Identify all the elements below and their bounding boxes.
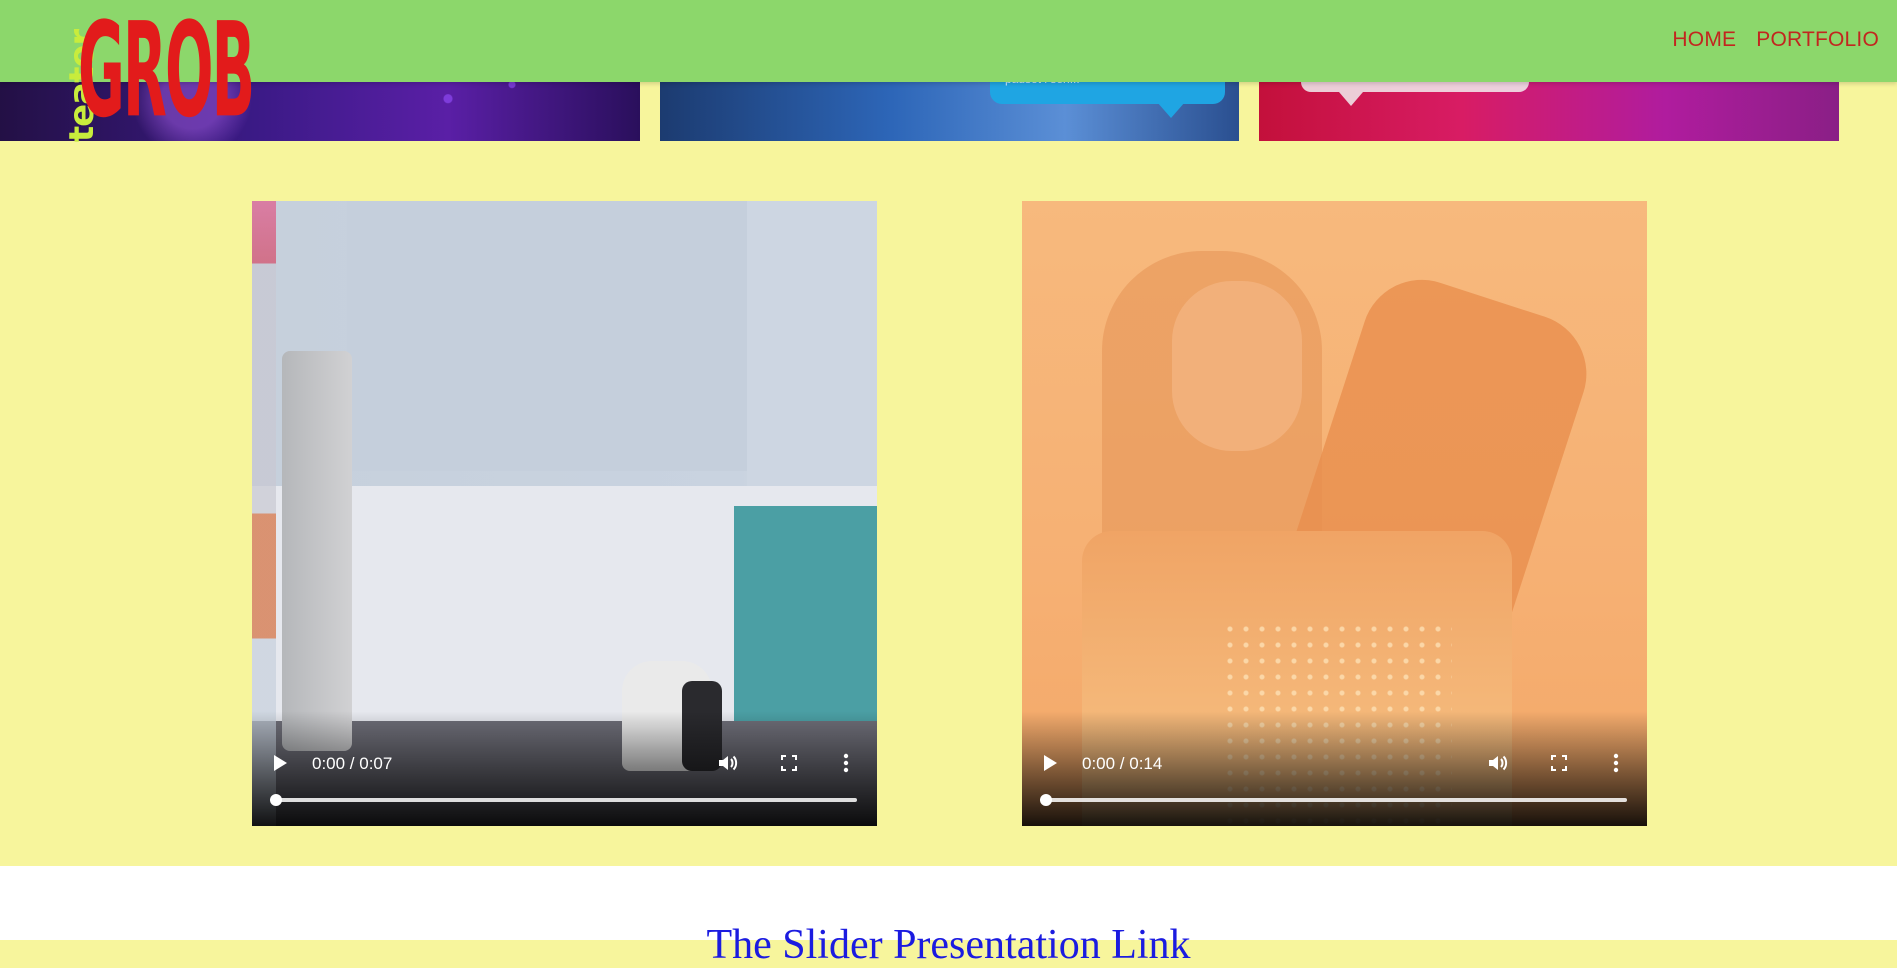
site-logo[interactable]: teater GROB	[40, 5, 255, 154]
logo-big-text: GROB	[78, 0, 255, 147]
section-heading: The Slider Presentation Link	[706, 922, 1191, 968]
video-1-cabinet-right	[747, 201, 877, 491]
play-icon[interactable]	[274, 755, 287, 771]
nav-portfolio-link[interactable]: PORTFOLIO	[1756, 28, 1879, 52]
fullscreen-icon[interactable]	[1551, 755, 1567, 771]
main-nav: HOME PORTFOLIO	[1672, 28, 1879, 52]
video-1-cabinet	[347, 201, 749, 471]
play-icon[interactable]	[1044, 755, 1057, 771]
video-1-towel	[282, 351, 352, 751]
volume-icon[interactable]	[717, 753, 739, 773]
video-progress-bar[interactable]	[1040, 794, 1627, 806]
progress-knob[interactable]	[270, 794, 282, 806]
volume-icon[interactable]	[1487, 753, 1509, 773]
fullscreen-icon[interactable]	[781, 755, 797, 771]
video-player-1[interactable]: 0:00 / 0:07	[252, 201, 877, 826]
video-controls: 0:00 / 0:14	[1022, 711, 1647, 826]
nav-home-link[interactable]: HOME	[1672, 28, 1736, 52]
video-2-face	[1172, 281, 1302, 451]
video-player-2[interactable]: 0:00 / 0:14	[1022, 201, 1647, 826]
site-header: HOME PORTFOLIO	[0, 0, 1897, 82]
progress-knob[interactable]	[1040, 794, 1052, 806]
more-options-icon[interactable]	[1613, 753, 1619, 773]
slider-section: The Slider Presentation Link	[0, 866, 1897, 966]
video-time: 0:00 / 0:07	[312, 754, 393, 773]
video-time: 0:00 / 0:14	[1082, 754, 1163, 773]
video-controls: 0:00 / 0:07	[252, 711, 877, 826]
video-progress-bar[interactable]	[270, 794, 857, 806]
more-options-icon[interactable]	[843, 753, 849, 773]
